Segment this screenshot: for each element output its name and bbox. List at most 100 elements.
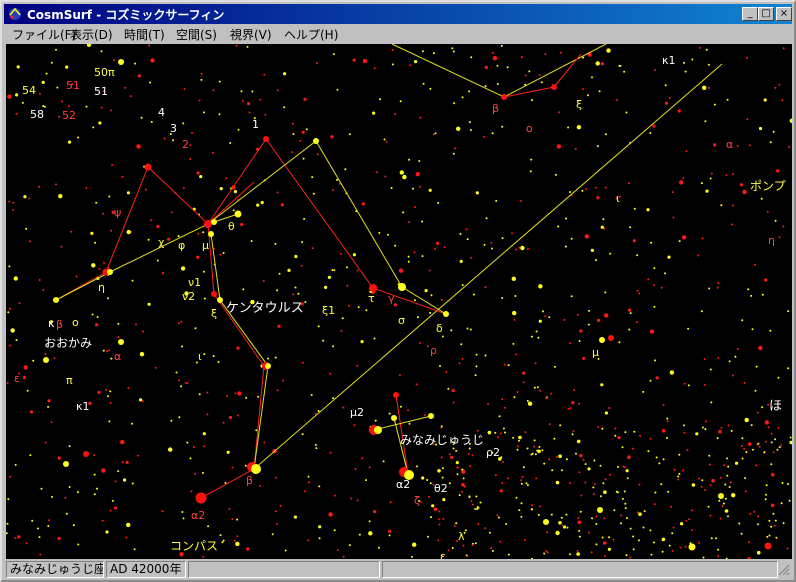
guide-line	[253, 63, 723, 470]
star	[437, 539, 440, 542]
close-button[interactable]: ×	[776, 7, 792, 21]
star	[427, 535, 429, 538]
star	[248, 111, 251, 114]
star	[107, 349, 110, 352]
constellation-label: コンパス	[170, 539, 218, 553]
star	[303, 97, 307, 101]
star	[691, 58, 694, 61]
menu-time[interactable]: 時間(T)	[124, 26, 165, 43]
star	[398, 374, 401, 377]
star	[90, 231, 94, 235]
star-map[interactable]: ケンタウルス おおかみ みなみじゅうじ コンパス ポンプほ 50π 51 54 51 58 52 4 3…	[6, 44, 792, 559]
centaurus-line-red-3	[200, 223, 265, 499]
star	[557, 225, 560, 228]
star	[440, 456, 443, 459]
star	[650, 241, 653, 244]
star	[250, 240, 253, 242]
star	[393, 392, 399, 398]
star	[245, 396, 248, 399]
star	[579, 454, 583, 458]
star	[471, 544, 474, 546]
star	[774, 519, 777, 522]
star	[131, 279, 134, 282]
star	[402, 174, 407, 180]
star	[533, 445, 536, 448]
star-label: η	[768, 234, 775, 247]
star	[562, 524, 564, 527]
star	[653, 284, 655, 287]
menu-field-of-view[interactable]: 視界(V)	[230, 26, 272, 43]
star	[724, 497, 727, 500]
star	[408, 158, 411, 161]
maximize-button[interactable]: □	[758, 7, 774, 21]
star	[85, 105, 88, 108]
star	[458, 494, 461, 497]
star	[661, 537, 666, 542]
star	[441, 467, 444, 470]
star	[470, 500, 473, 503]
star	[567, 126, 570, 129]
star	[629, 527, 632, 530]
star	[789, 118, 792, 123]
star	[474, 374, 477, 377]
menu-view[interactable]: 表示(D)	[70, 26, 113, 43]
star	[63, 461, 69, 467]
star	[72, 524, 75, 527]
star	[211, 291, 217, 297]
title-bar[interactable]: CosmSurf - コズミックサーフィン _ □ ×	[4, 4, 792, 24]
star	[15, 93, 19, 97]
star	[736, 348, 739, 351]
star	[770, 503, 775, 508]
star	[600, 62, 605, 66]
star	[719, 476, 722, 479]
star	[287, 268, 291, 272]
star	[206, 391, 209, 394]
star-label: ε	[14, 372, 20, 385]
resize-grip-icon[interactable]	[778, 564, 790, 576]
minimize-button[interactable]: _	[742, 7, 758, 21]
star	[788, 499, 791, 502]
star	[569, 482, 572, 485]
star	[415, 172, 420, 177]
star	[466, 238, 469, 241]
star	[469, 129, 472, 132]
star	[497, 436, 500, 439]
star	[673, 468, 676, 471]
star	[660, 286, 663, 289]
star-map-canvas[interactable]: ケンタウルスおおかみみなみじゅうじコンパス ポンプほ 50π 51 54 51 58 52 43…	[6, 44, 792, 559]
star	[276, 89, 279, 92]
star	[506, 477, 509, 480]
star-label: μ	[592, 346, 599, 359]
star	[527, 247, 529, 250]
star	[177, 379, 180, 382]
star	[384, 175, 387, 178]
star	[746, 118, 749, 121]
star	[579, 510, 582, 513]
star	[520, 200, 522, 202]
star	[633, 207, 636, 210]
star	[588, 309, 590, 312]
star	[682, 177, 685, 180]
menu-space[interactable]: 空間(S)	[176, 26, 217, 43]
star	[240, 90, 243, 93]
star	[455, 449, 458, 452]
star	[418, 342, 421, 344]
star	[43, 357, 49, 363]
star	[432, 52, 435, 55]
star	[232, 209, 235, 212]
star	[126, 522, 131, 528]
star	[361, 457, 364, 460]
star	[548, 316, 551, 319]
menu-file[interactable]: ファイル(F)	[12, 26, 76, 43]
star	[516, 391, 519, 393]
star	[419, 116, 422, 119]
star-label: μ2	[350, 406, 364, 419]
star	[60, 245, 63, 248]
star	[421, 255, 424, 258]
star	[263, 73, 266, 76]
star-label: α2	[396, 478, 410, 491]
star	[336, 88, 339, 91]
menu-help[interactable]: ヘルプ(H)	[284, 26, 338, 43]
star	[172, 139, 174, 142]
star	[149, 81, 152, 84]
